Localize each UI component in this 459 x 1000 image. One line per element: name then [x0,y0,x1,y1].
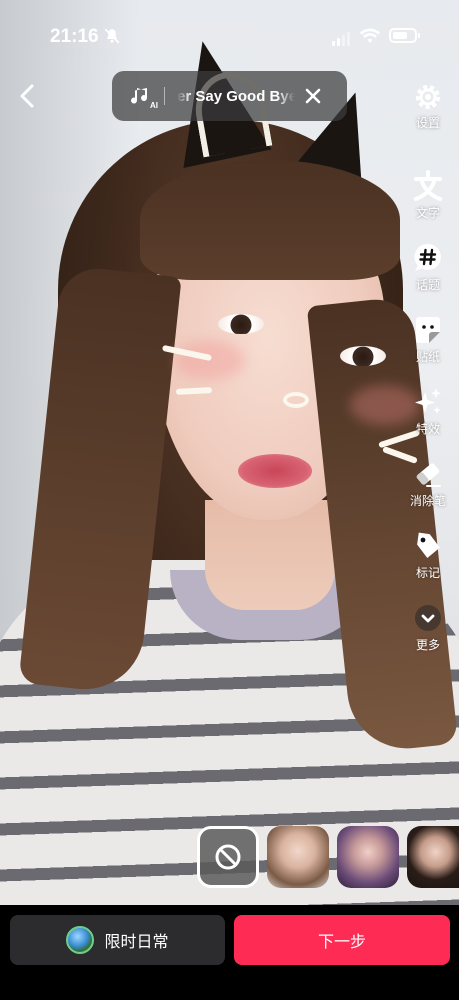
sticker-button[interactable]: 贴纸 [402,314,454,365]
status-time: 21:16 [50,26,99,47]
effect-carousel [197,826,459,890]
next-button[interactable]: 下一步 [234,915,450,965]
tag-icon [417,532,440,559]
battery-icon [389,28,420,43]
settings-label: 设置 [415,116,440,130]
camera-preview [0,0,459,905]
hashtag-icon [414,243,441,271]
portrait-effect-3[interactable] [407,826,459,888]
topic-button[interactable]: 话题 [402,242,454,293]
no-effect-button[interactable] [197,826,259,888]
status-bar: 21:16 [0,0,459,74]
bottom-bar: 限时日常 下一步 [0,905,459,1000]
effects-button[interactable]: 特效 [402,386,454,437]
battery-level [393,32,407,39]
portrait-effect-1[interactable] [267,826,329,888]
chevron-down-icon [415,605,441,631]
eye-left [218,314,264,334]
daily-avatar [66,926,95,954]
eraser-button[interactable]: 消除笔 [402,458,454,509]
eraser-label: 消除笔 [409,494,446,508]
text-icon [414,170,442,201]
close-icon[interactable] [301,84,325,108]
none-icon [215,844,241,870]
text-label: 文字 [415,206,440,220]
bangs [140,160,400,280]
eye-right [340,346,386,366]
cat-nose-drawing [283,392,309,408]
daily-label: 限时日常 [104,932,169,951]
music-note-icon: AI [130,85,158,110]
back-chevron-icon[interactable] [10,78,46,114]
sticker-icon [416,317,440,343]
more-button[interactable]: 更多 [402,602,454,653]
next-label: 下一步 [317,932,366,951]
more-label: 更多 [415,638,440,652]
text-button[interactable]: 文字 [402,170,454,221]
mute-bell-icon [104,28,120,44]
gear-icon [416,85,440,109]
portrait-effect-2[interactable] [337,826,399,888]
sticker-label: 贴纸 [415,350,440,364]
sparkle-icon [415,388,441,414]
wifi-icon [359,28,381,43]
ai-badge: AI [150,101,158,110]
music-title: er Say Good Bye [177,87,295,105]
lips [238,454,312,488]
mark-label: 标记 [415,566,440,580]
settings-button[interactable]: 设置 [402,82,454,131]
mark-button[interactable]: 标记 [402,530,454,581]
daily-button[interactable]: 限时日常 [10,915,225,965]
divider [164,87,165,105]
topic-label: 话题 [415,278,440,292]
music-selector[interactable]: AI er Say Good Bye [112,71,347,121]
eraser-icon [416,463,441,487]
signal-icon [332,32,350,46]
effects-label: 特效 [415,422,440,436]
